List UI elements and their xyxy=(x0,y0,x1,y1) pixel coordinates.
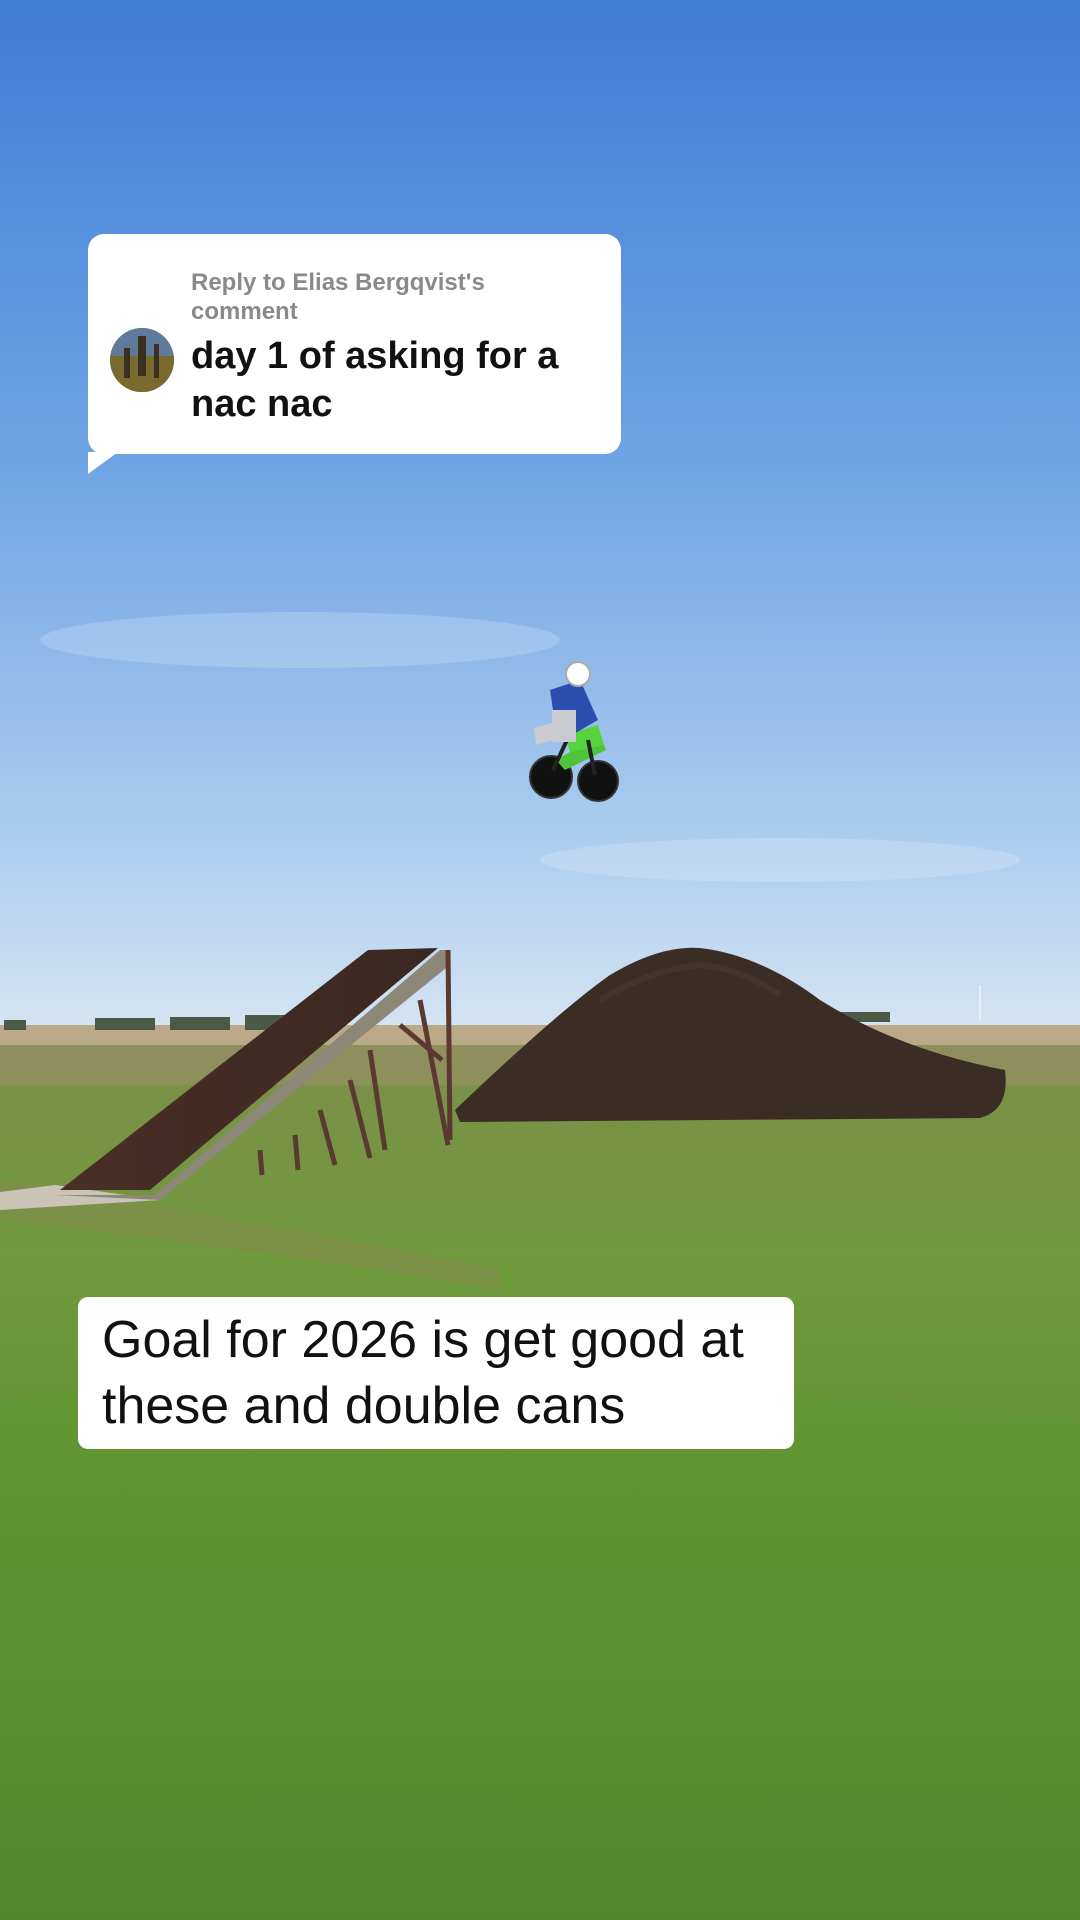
caption-text: Goal for 2026 is get good at these and d… xyxy=(102,1311,744,1435)
reply-comment-text: day 1 of asking for a nac nac xyxy=(191,335,559,425)
reply-header: Reply to Elias Bergqvist's comment xyxy=(191,269,485,325)
bubble-tail xyxy=(88,452,118,474)
reply-comment-sticker[interactable]: Reply to Elias Bergqvist's comment day 1… xyxy=(88,234,621,474)
cloud-wisp xyxy=(40,612,560,668)
caption-overlay: Goal for 2026 is get good at these and d… xyxy=(78,1297,794,1449)
cloud-wisp xyxy=(540,838,1020,882)
avatar xyxy=(110,328,174,392)
